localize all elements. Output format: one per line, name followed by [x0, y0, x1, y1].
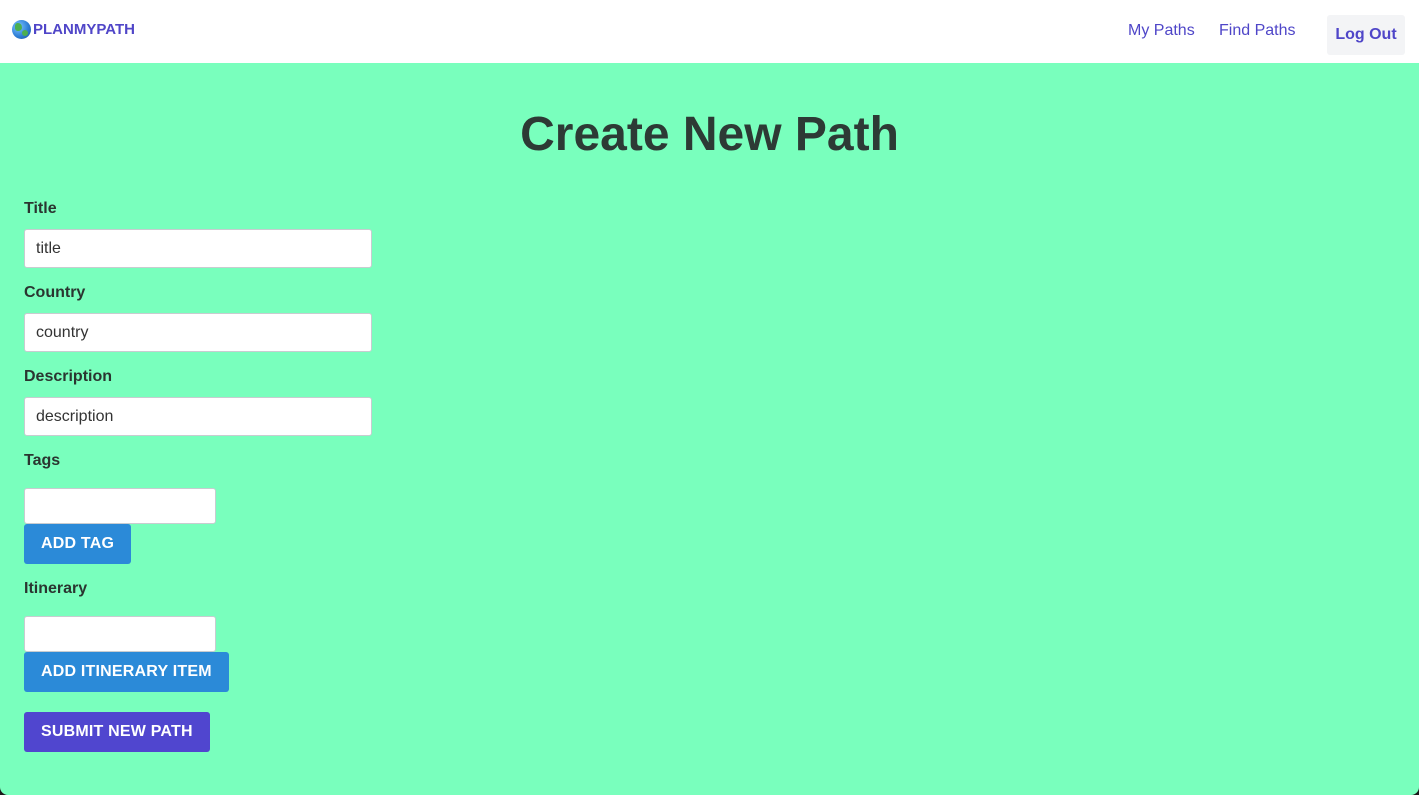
add-itinerary-item-button[interactable]: ADD ITINERARY ITEM — [24, 652, 229, 692]
country-input[interactable] — [24, 313, 372, 352]
page-title: Create New Path — [520, 108, 899, 161]
title-label: Title — [24, 200, 57, 217]
description-label: Description — [24, 368, 113, 385]
add-tag-button[interactable]: ADD TAG — [24, 524, 132, 564]
nav-link-find-paths[interactable]: Find Paths — [1219, 22, 1295, 40]
itinerary-input[interactable] — [24, 616, 216, 652]
submit-new-path-button[interactable]: SUBMIT NEW PATH — [24, 712, 210, 752]
logout-button[interactable]: Log Out — [1327, 15, 1405, 55]
main-content: Create New Path Title Country Descriptio… — [0, 63, 1419, 795]
globe-icon — [12, 20, 31, 39]
top-navbar: PLANMYPATH My Paths Find Paths Log Out — [0, 0, 1419, 63]
country-label: Country — [24, 284, 86, 301]
description-input[interactable] — [24, 397, 372, 436]
nav-link-my-paths[interactable]: My Paths — [1128, 22, 1195, 40]
brand-link[interactable]: PLANMYPATH — [12, 20, 135, 39]
tag-input[interactable] — [24, 488, 216, 524]
title-input[interactable] — [24, 229, 372, 268]
tags-label: Tags — [24, 452, 61, 469]
brand-name: PLANMYPATH — [33, 21, 135, 38]
itinerary-label: Itinerary — [24, 580, 88, 597]
